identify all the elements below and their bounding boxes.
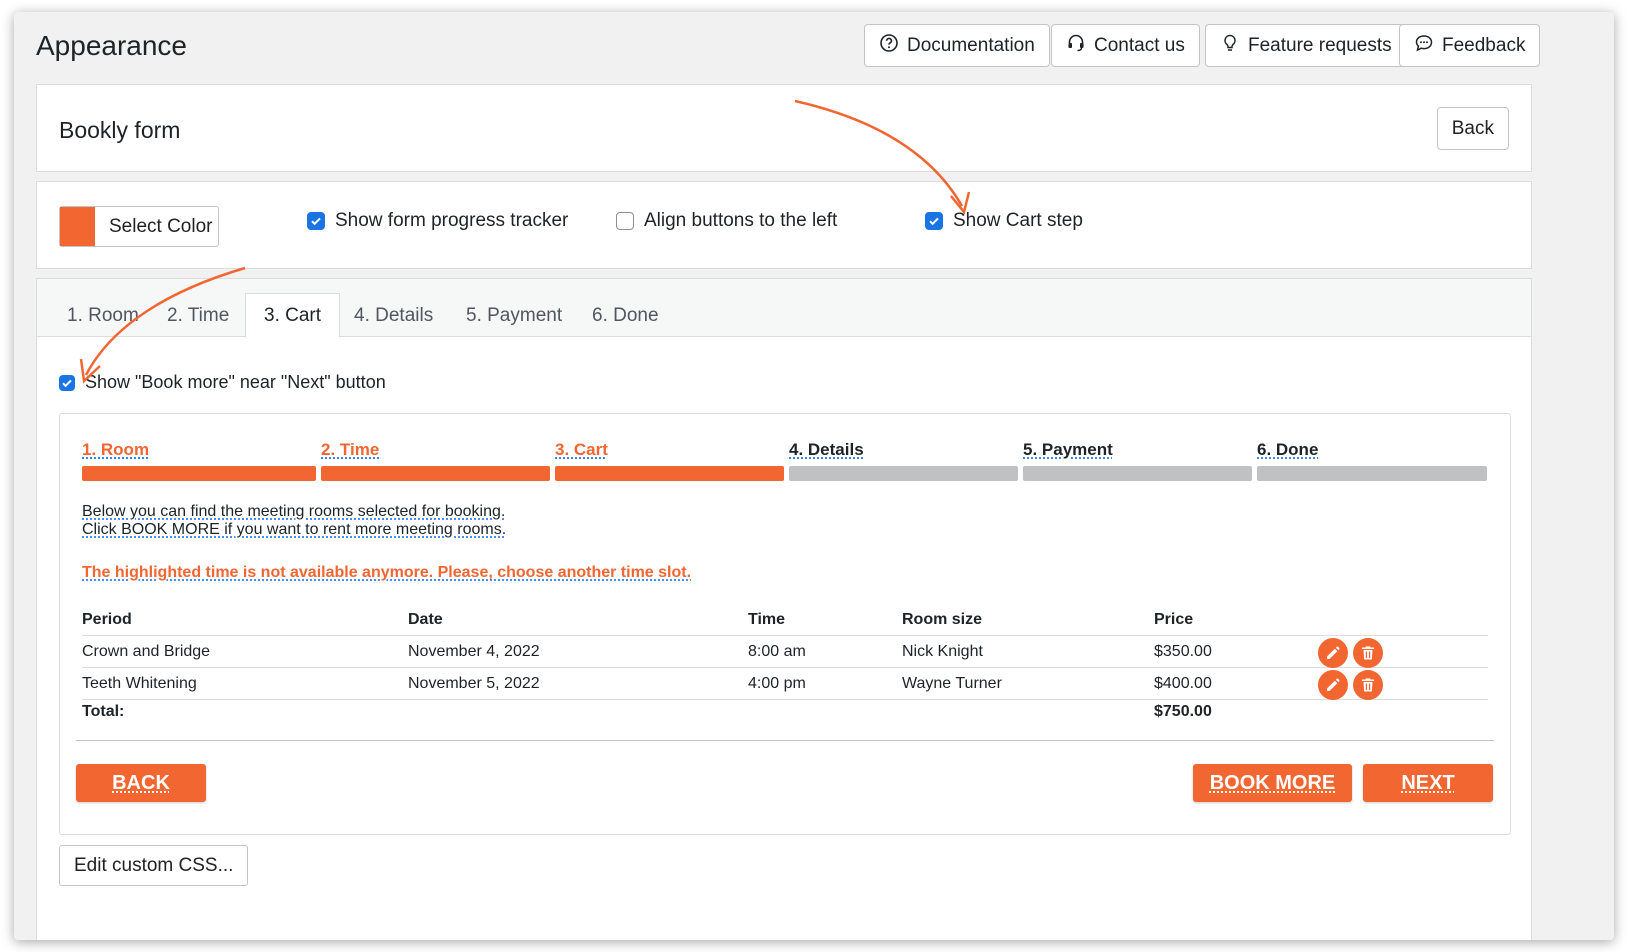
show-progress-tracker-option[interactable]: Show form progress tracker bbox=[307, 210, 568, 232]
progress-bar-payment bbox=[1023, 466, 1252, 481]
show-progress-tracker-label: Show form progress tracker bbox=[335, 210, 569, 231]
question-circle-icon bbox=[879, 33, 899, 59]
progress-step-room: 1. Room bbox=[82, 440, 150, 459]
tab-room[interactable]: 1. Room bbox=[49, 295, 157, 337]
align-buttons-left-label: Align buttons to the left bbox=[644, 210, 838, 231]
chat-icon bbox=[1414, 33, 1434, 59]
color-swatch bbox=[60, 207, 95, 246]
pencil-icon bbox=[1327, 646, 1340, 659]
align-buttons-left-option[interactable]: Align buttons to the left bbox=[616, 210, 837, 232]
show-book-more-option[interactable]: Show "Book more" near "Next" button bbox=[59, 372, 386, 393]
checkbox-checked[interactable] bbox=[925, 212, 943, 230]
progress-step-payment: 5. Payment bbox=[1023, 440, 1113, 459]
progress-bar-done bbox=[1257, 466, 1487, 481]
pencil-icon bbox=[1327, 678, 1340, 691]
column-header-period: Period bbox=[82, 611, 132, 628]
tab-cart[interactable]: 3. Cart bbox=[245, 293, 341, 338]
progress-bar-cart bbox=[555, 466, 784, 481]
table-header-row: Period Date Time Room size Price bbox=[82, 604, 1488, 636]
progress-step-done: 6. Done bbox=[1257, 440, 1319, 459]
tab-payment[interactable]: 5. Payment bbox=[448, 295, 580, 337]
column-header-price: Price bbox=[1154, 611, 1194, 628]
delete-button[interactable] bbox=[1353, 638, 1383, 668]
cell-date: November 5, 2022 bbox=[408, 675, 540, 692]
table-total-row: Total: $750.00 bbox=[82, 696, 1488, 728]
edit-custom-css-button[interactable]: Edit custom CSS... bbox=[59, 845, 249, 886]
divider bbox=[76, 740, 1494, 741]
total-value: $750.00 bbox=[1154, 703, 1212, 720]
form-preview: 1. Room 2. Time 3. Cart 4. Details 5. Pa… bbox=[59, 413, 1511, 835]
tab-time[interactable]: 2. Time bbox=[149, 295, 247, 337]
warning-text: The highlighted time is not available an… bbox=[82, 564, 692, 581]
feedback-button[interactable]: Feedback bbox=[1399, 24, 1541, 67]
cell-period: Teeth Whitening bbox=[82, 675, 197, 692]
feature-requests-button[interactable]: Feature requests bbox=[1205, 24, 1407, 67]
show-cart-step-option[interactable]: Show Cart step bbox=[925, 210, 1083, 232]
select-color-label: Select Color bbox=[109, 215, 213, 237]
steps-panel: 1. Room 2. Time 3. Cart 4. Details 5. Pa… bbox=[36, 278, 1532, 940]
app-window: Appearance Documentation Contact us Feat… bbox=[14, 12, 1614, 940]
documentation-label: Documentation bbox=[907, 34, 1035, 56]
column-header-time: Time bbox=[748, 611, 786, 628]
column-header-room-size: Room size bbox=[902, 611, 983, 628]
book-more-button[interactable]: BOOK MORE bbox=[1193, 764, 1352, 802]
info-text-line-2: Click BOOK MORE if you want to rent more… bbox=[82, 521, 507, 538]
show-book-more-label: Show "Book more" near "Next" button bbox=[85, 372, 386, 392]
feature-requests-label: Feature requests bbox=[1248, 34, 1392, 56]
back-button[interactable]: Back bbox=[1436, 107, 1509, 150]
cell-price: $350.00 bbox=[1154, 643, 1212, 660]
tab-done[interactable]: 6. Done bbox=[574, 295, 677, 337]
total-label: Total: bbox=[82, 703, 125, 720]
cell-room-size: Nick Knight bbox=[902, 643, 983, 660]
info-text-line-1: Below you can find the meeting rooms sel… bbox=[82, 503, 506, 520]
progress-bar-details bbox=[789, 466, 1018, 481]
progress-step-details: 4. Details bbox=[789, 440, 864, 459]
progress-bar-room bbox=[82, 466, 316, 481]
lightbulb-icon bbox=[1220, 33, 1240, 59]
tab-details[interactable]: 4. Details bbox=[336, 295, 451, 337]
documentation-button[interactable]: Documentation bbox=[864, 24, 1050, 67]
table-row: Crown and Bridge November 4, 2022 8:00 a… bbox=[82, 636, 1488, 668]
form-header-panel: Bookly form Back bbox=[36, 84, 1532, 172]
show-cart-step-label: Show Cart step bbox=[953, 210, 1083, 231]
options-panel: Select Color Show form progress tracker … bbox=[36, 181, 1532, 269]
next-button[interactable]: NEXT bbox=[1363, 764, 1493, 802]
trash-icon bbox=[1362, 646, 1374, 660]
step-tabs: 1. Room 2. Time 3. Cart 4. Details 5. Pa… bbox=[37, 279, 1531, 338]
edit-button[interactable] bbox=[1318, 638, 1348, 668]
progress-step-time: 2. Time bbox=[321, 440, 380, 459]
progress-step-cart: 3. Cart bbox=[555, 440, 608, 459]
cell-room-size: Wayne Turner bbox=[902, 675, 1002, 692]
cell-time: 4:00 pm bbox=[748, 675, 806, 692]
section-title: Bookly form bbox=[59, 117, 181, 143]
cell-period: Crown and Bridge bbox=[82, 643, 211, 660]
preview-back-button[interactable]: BACK bbox=[76, 764, 206, 802]
column-header-date: Date bbox=[408, 611, 443, 628]
cell-time: 8:00 am bbox=[748, 643, 806, 660]
page-title: Appearance bbox=[36, 30, 188, 61]
contact-us-button[interactable]: Contact us bbox=[1051, 24, 1200, 67]
select-color-button[interactable]: Select Color bbox=[59, 206, 219, 247]
contact-us-label: Contact us bbox=[1094, 34, 1185, 56]
feedback-label: Feedback bbox=[1442, 34, 1526, 56]
checkbox-checked[interactable] bbox=[59, 374, 75, 391]
progress-bar-time bbox=[321, 466, 550, 481]
trash-icon bbox=[1362, 678, 1374, 692]
cell-price: $400.00 bbox=[1154, 675, 1212, 692]
checkbox-checked[interactable] bbox=[307, 212, 325, 230]
checkbox-unchecked[interactable] bbox=[616, 212, 634, 230]
headset-icon bbox=[1066, 33, 1086, 59]
cell-date: November 4, 2022 bbox=[408, 643, 540, 660]
